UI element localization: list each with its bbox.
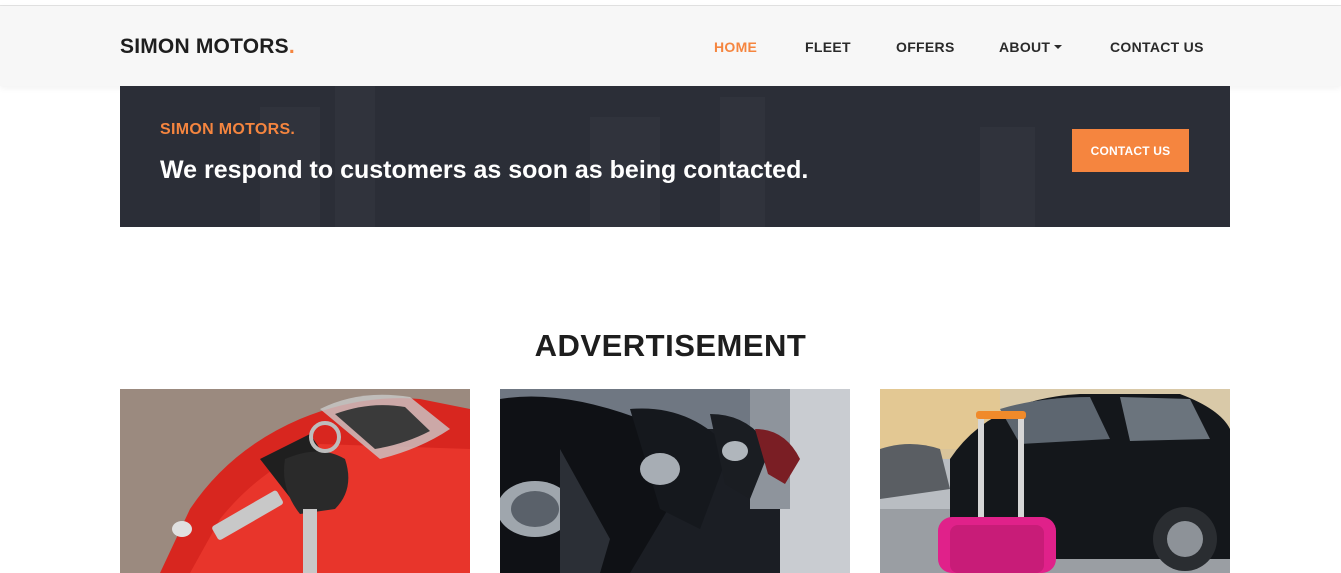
contact-banner: SIMON MOTORS. We respond to customers as…: [120, 86, 1230, 227]
car-fleet-row-image: [500, 389, 850, 573]
car-with-suitcase-image: [880, 389, 1230, 573]
banner-bg-building: [980, 127, 1035, 227]
caret-down-icon: [1054, 45, 1063, 49]
main-nav: HOME FLEET OFFERS ABOUT CONTACT US: [0, 39, 1341, 59]
nav-about-label: ABOUT: [999, 39, 1051, 55]
nav-fleet[interactable]: FLEET: [805, 39, 851, 55]
ad-card-car-fleet[interactable]: [500, 389, 850, 573]
contact-us-button[interactable]: CONTACT US: [1072, 129, 1189, 172]
red-toy-car-keys-image: [120, 389, 470, 573]
banner-title: We respond to customers as soon as being…: [160, 156, 809, 184]
nav-contact-us[interactable]: CONTACT US: [1110, 39, 1204, 55]
banner-kicker: SIMON MOTORS.: [160, 121, 296, 138]
nav-about[interactable]: ABOUT: [999, 39, 1063, 55]
ad-card-car-suitcase[interactable]: [880, 389, 1230, 573]
navbar: SIMON MOTORS. HOME FLEET OFFERS ABOUT CO…: [0, 6, 1341, 86]
advertisement-heading: ADVERTISEMENT: [534, 328, 807, 363]
ad-card-red-toy-car[interactable]: [120, 389, 470, 573]
nav-offers[interactable]: OFFERS: [896, 39, 955, 55]
nav-home[interactable]: HOME: [714, 39, 757, 55]
